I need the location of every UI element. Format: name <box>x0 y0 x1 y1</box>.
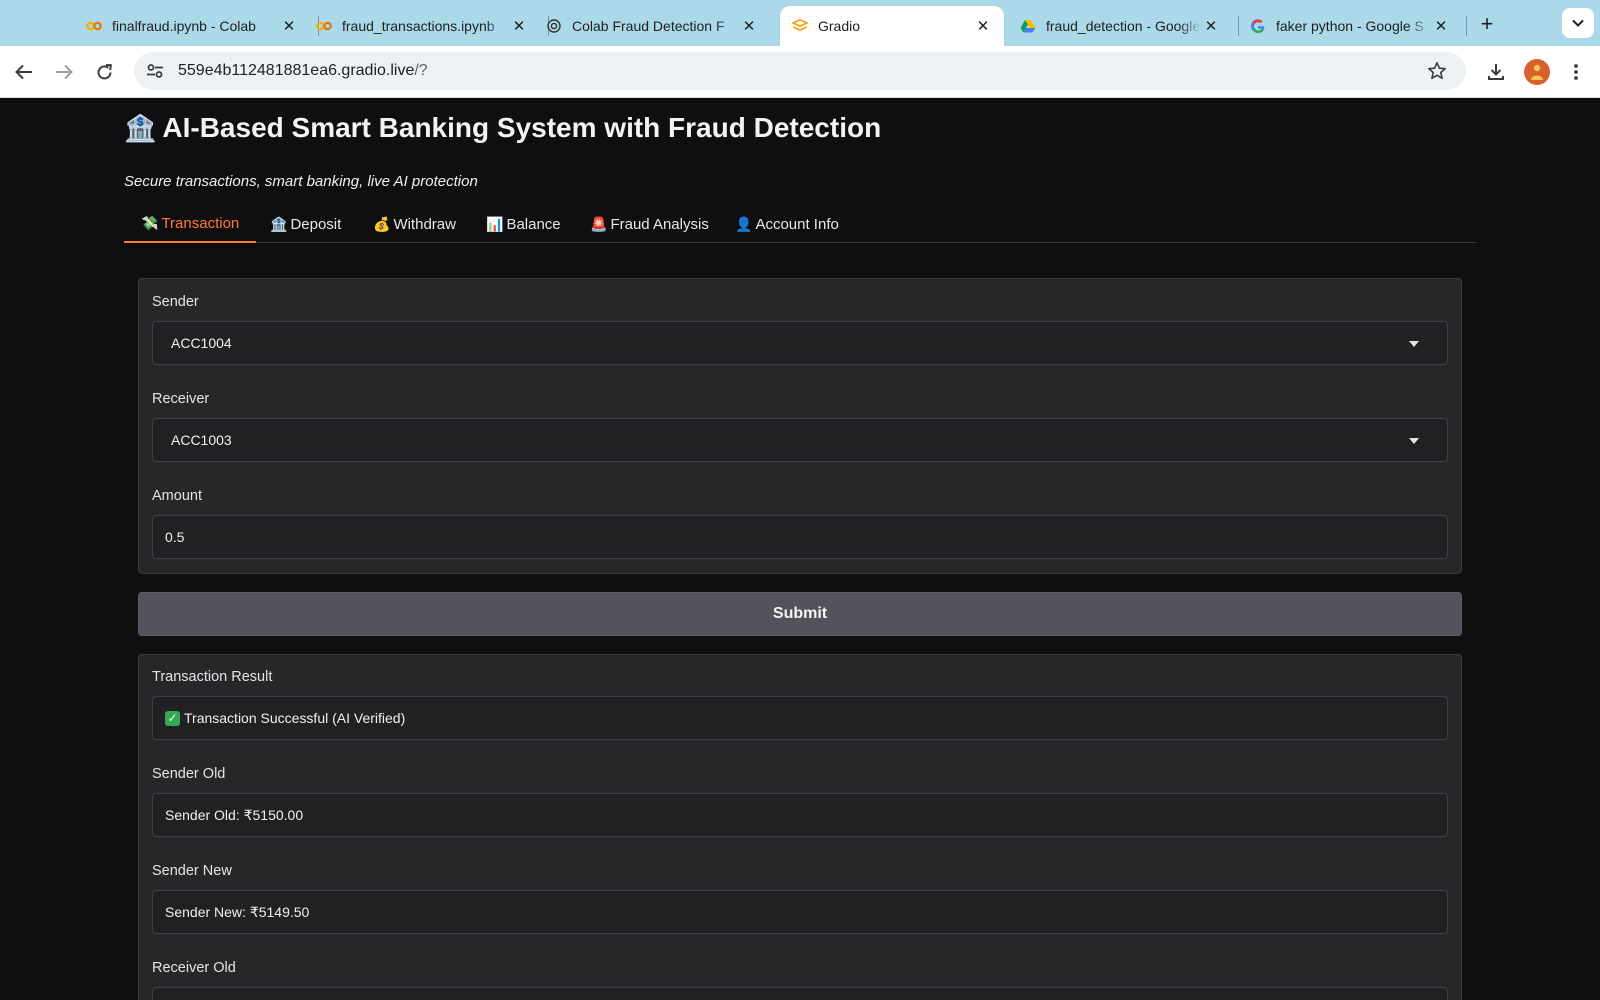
url-host: 559e4b112481881ea6.gradio.live <box>178 62 415 79</box>
close-icon[interactable]: ✕ <box>1432 17 1450 35</box>
bookmark-star-icon[interactable] <box>1426 60 1448 82</box>
url-text: 559e4b112481881ea6.gradio.live/? <box>178 62 428 80</box>
page-title: 🏦 AI-Based Smart Banking System with Fra… <box>124 112 881 144</box>
tab-transaction[interactable]: 💸 Transaction <box>124 206 257 243</box>
amount-label: Amount <box>152 488 202 504</box>
sender-value: ACC1004 <box>171 335 232 351</box>
close-icon[interactable]: ✕ <box>510 17 528 35</box>
tab-title: Gradio <box>818 18 861 34</box>
google-icon <box>1250 18 1266 34</box>
tab-title: fraud_detection - Google <box>1046 18 1201 34</box>
bank-icon: 🏦 <box>270 216 288 232</box>
sender-old-text: Sender Old: ₹5150.00 <box>165 806 304 823</box>
url-path: /? <box>414 62 428 79</box>
reload-icon[interactable] <box>90 58 118 86</box>
sender-old-output[interactable]: Sender Old: ₹5150.00 <box>152 793 1448 837</box>
close-icon[interactable]: ✕ <box>1202 17 1220 35</box>
colab-icon <box>86 18 102 34</box>
bank-icon: 🏦 <box>124 112 157 143</box>
check-mark-icon: ✓ <box>165 710 180 726</box>
tab-label: Transaction <box>161 215 240 232</box>
profile-avatar[interactable] <box>1524 59 1550 85</box>
page-title-text: AI-Based Smart Banking System with Fraud… <box>162 112 882 143</box>
google-drive-icon <box>1020 18 1036 34</box>
tab-label: Fraud Analysis <box>610 216 709 233</box>
colab-icon <box>316 18 332 34</box>
tab-divider <box>1466 16 1467 36</box>
browser-tab-3[interactable]: Colab Fraud Detection F ✕ <box>546 6 770 46</box>
amount-input[interactable]: 0.5 <box>152 515 1448 559</box>
new-tab-plus-icon[interactable]: + <box>1475 11 1499 36</box>
download-icon[interactable] <box>1482 58 1510 86</box>
sender-new-text: Sender New: ₹5149.50 <box>165 903 310 920</box>
bar-chart-icon: 📊 <box>486 216 504 232</box>
tab-withdraw[interactable]: 💰 Withdraw <box>356 206 473 243</box>
back-arrow-icon[interactable] <box>10 58 38 86</box>
money-bag-icon: 💰 <box>373 216 391 232</box>
receiver-old-output[interactable] <box>152 987 1448 1000</box>
tab-balance[interactable]: 📊 Balance <box>469 206 578 243</box>
gradio-app: 🏦 AI-Based Smart Banking System with Fra… <box>0 98 1600 1000</box>
browser-tab-strip: finalfraud.ipynb - Colab ✕ fraud_transac… <box>0 0 1600 46</box>
close-icon[interactable]: ✕ <box>974 17 992 35</box>
dropdown-caret-icon <box>1409 341 1419 347</box>
sender-old-label: Sender Old <box>152 766 226 782</box>
browser-menu-kebab-icon[interactable] <box>1562 58 1590 86</box>
money-with-wings-icon: 💸 <box>141 215 159 231</box>
close-icon[interactable]: ✕ <box>740 17 758 35</box>
close-icon[interactable]: ✕ <box>280 17 298 35</box>
submit-button[interactable]: Submit <box>138 592 1462 636</box>
tab-title: fraud_transactions.ipynb <box>342 18 495 34</box>
tab-account-info[interactable]: 👤 Account Info <box>718 206 856 243</box>
tab-label: Withdraw <box>393 216 456 233</box>
tab-title: Colab Fraud Detection F <box>572 18 725 34</box>
amount-value: 0.5 <box>165 529 185 545</box>
tab-fraud-analysis[interactable]: 🚨 Fraud Analysis <box>573 206 726 243</box>
siren-icon: 🚨 <box>590 216 608 232</box>
tab-title: faker python - Google S <box>1276 18 1424 34</box>
browser-tab-2[interactable]: fraud_transactions.ipynb ✕ <box>316 6 540 46</box>
app-tab-list: 💸 Transaction 🏦 Deposit 💰 Withdraw 📊 Balance… <box>124 206 1476 243</box>
transaction-result-output[interactable]: ✓ Transaction Successful (AI Verified) <box>152 696 1448 740</box>
sender-dropdown[interactable]: ACC1004 <box>152 321 1448 365</box>
user-icon: 👤 <box>735 216 753 232</box>
tab-search-chevron-down-icon[interactable] <box>1562 8 1594 38</box>
tab-title: finalfraud.ipynb - Colab <box>112 18 256 34</box>
address-bar[interactable]: 559e4b112481881ea6.gradio.live/? <box>134 52 1466 90</box>
forward-arrow-icon[interactable] <box>50 58 78 86</box>
tab-label: Deposit <box>290 216 342 233</box>
browser-tab-4-active[interactable]: Gradio ✕ <box>780 6 1004 46</box>
page-subtitle: Secure transactions, smart banking, live… <box>124 173 478 190</box>
sender-label: Sender <box>152 294 199 310</box>
sender-new-label: Sender New <box>152 863 232 879</box>
transaction-results-panel: Transaction Result ✓ Transaction Success… <box>138 654 1462 1000</box>
transaction-result-text: Transaction Successful (AI Verified) <box>184 710 406 726</box>
openai-icon <box>546 18 562 34</box>
receiver-label: Receiver <box>152 391 210 407</box>
transaction-form-panel: Sender ACC1004 Receiver ACC1003 Amount 0… <box>138 278 1462 574</box>
receiver-dropdown[interactable]: ACC1003 <box>152 418 1448 462</box>
receiver-value: ACC1003 <box>171 432 232 448</box>
tab-label: Account Info <box>755 216 839 233</box>
tab-deposit[interactable]: 🏦 Deposit <box>253 206 358 243</box>
site-info-tune-icon[interactable] <box>144 60 166 82</box>
browser-tab-6[interactable]: faker python - Google S ✕ <box>1238 6 1462 46</box>
browser-tab-1[interactable]: finalfraud.ipynb - Colab ✕ <box>86 6 310 46</box>
browser-tab-5[interactable]: fraud_detection - Google ✕ <box>1008 6 1232 46</box>
sender-new-output[interactable]: Sender New: ₹5149.50 <box>152 890 1448 934</box>
gradio-icon <box>792 18 808 34</box>
transaction-result-label: Transaction Result <box>152 669 273 685</box>
tab-label: Balance <box>506 216 561 233</box>
dropdown-caret-icon <box>1409 438 1419 444</box>
browser-toolbar: 559e4b112481881ea6.gradio.live/? <box>0 46 1600 98</box>
receiver-old-label: Receiver Old <box>152 960 236 976</box>
